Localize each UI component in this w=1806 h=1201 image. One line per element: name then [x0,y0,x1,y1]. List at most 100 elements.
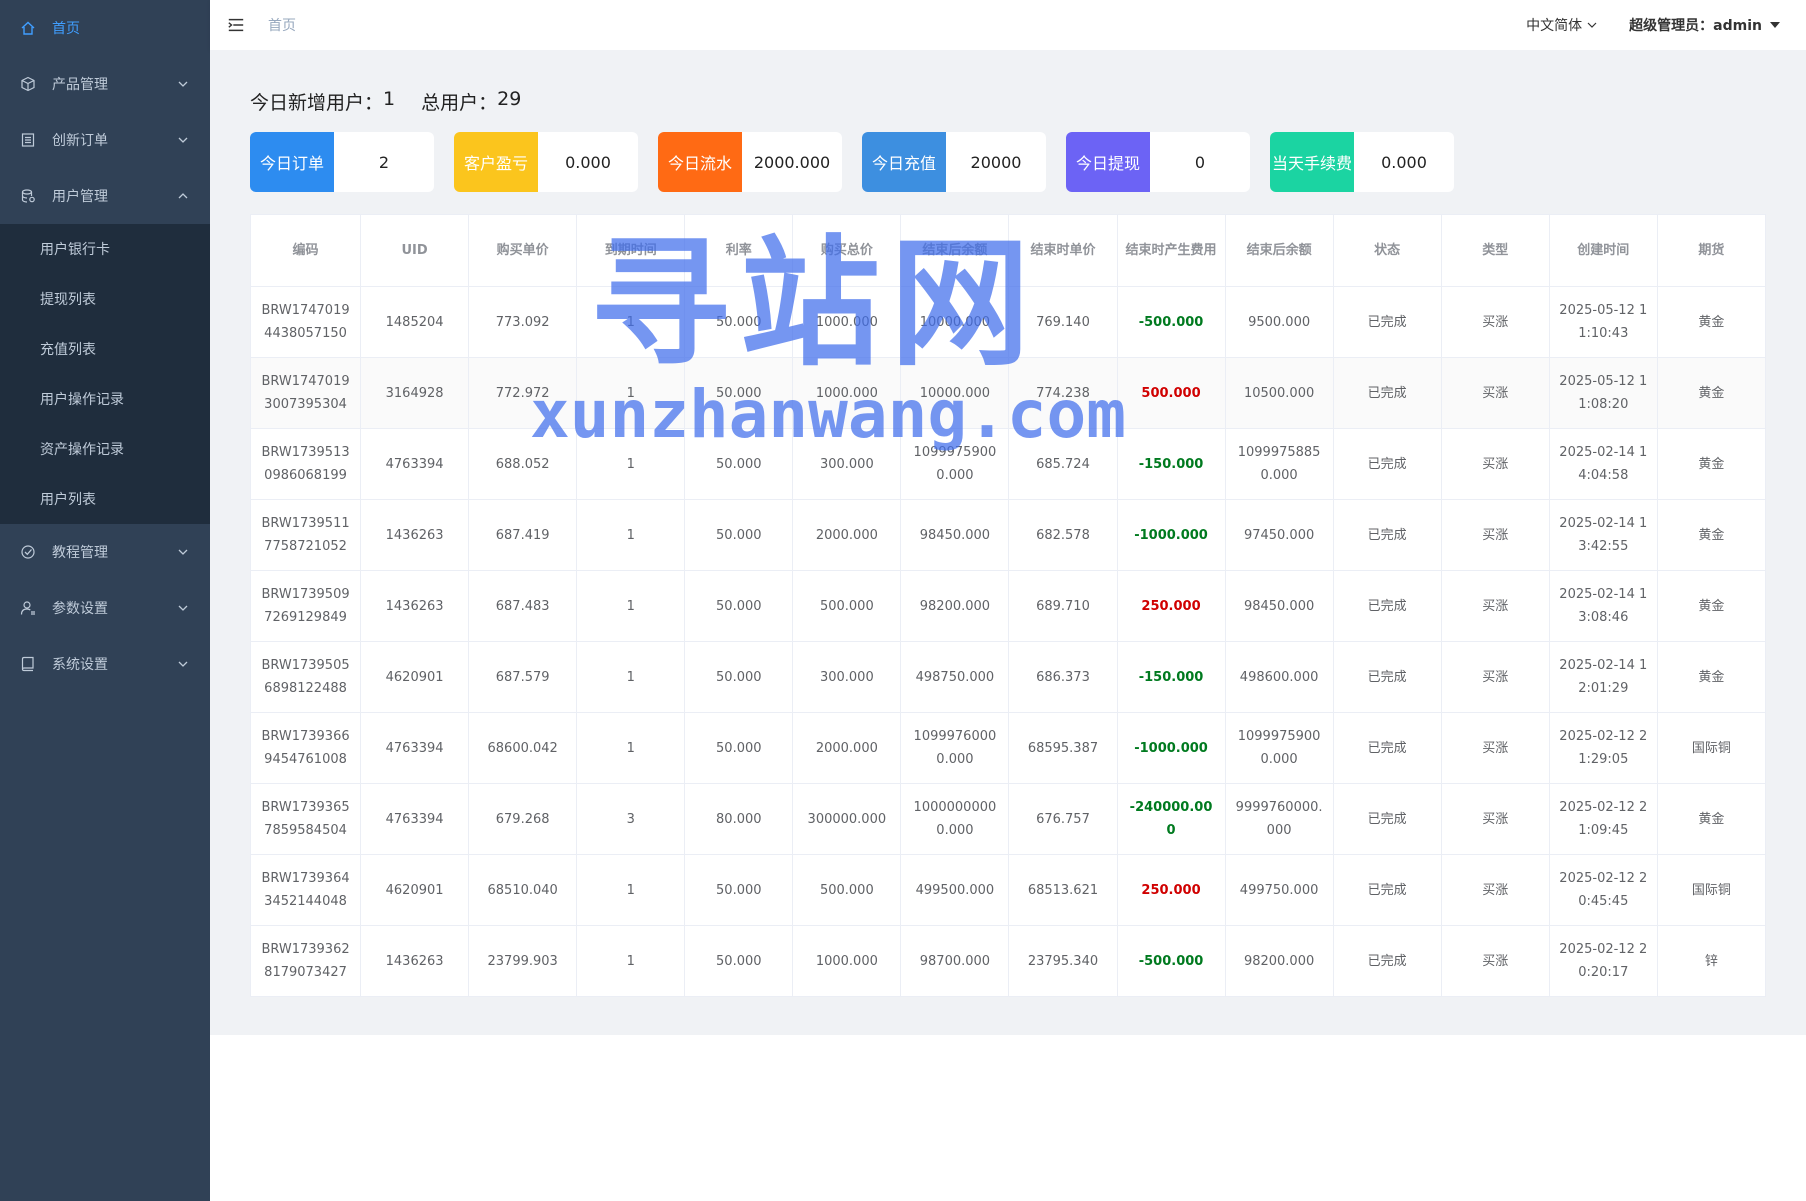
column-header: 结束后余额 [1224,214,1334,287]
table-cell: 黄金 [1656,499,1767,571]
stat-card: 当天手续费 0.000 [1270,132,1454,192]
table-cell: 1 [576,499,686,571]
total-users-value: 29 [497,88,522,110]
new-users-label: 今日新增用户： [250,92,384,114]
sidebar-item-tutorials[interactable]: 教程管理 [0,524,210,580]
column-header: 结束时单价 [1008,214,1118,287]
table-cell: 买涨 [1440,570,1550,642]
table-cell: 已完成 [1332,641,1442,713]
chevron-down-icon [1587,20,1597,30]
sidebar-item-users[interactable]: 用户管理 [0,168,210,224]
table-cell: 1000.000 [792,357,902,429]
table-cell: 4763394 [360,712,470,784]
language-select[interactable]: 中文简体 [1526,15,1597,35]
table-cell: 772.972 [468,357,578,429]
table-cell: 80.000 [684,783,794,855]
table-cell: 1000.000 [792,925,902,997]
table-cell: 买涨 [1440,925,1550,997]
user-summary: 今日新增用户： 1 总用户： 29 [250,88,521,115]
table-row[interactable]: BRW17395097269129849 1436263 687.483 1 50.00… [249,570,1767,642]
sidebar-item-user-list[interactable]: 用户列表 [0,474,210,524]
table-cell: 10999759000.000 [1224,712,1334,784]
stat-card: 今日充值 20000 [862,132,1046,192]
table-cell: 682.578 [1008,499,1118,571]
table-cell: 250.000 [1116,570,1226,642]
table-cell: 499750.000 [1224,854,1334,926]
table-cell: 689.710 [1008,570,1118,642]
hamburger-icon[interactable] [226,15,246,35]
chevron-down-icon [178,547,188,557]
column-header: 到期时间 [576,214,686,287]
sidebar-item-label: 资产操作记录 [40,442,124,458]
table-cell: 买涨 [1440,499,1550,571]
table-cell: 9999760000.000 [1224,783,1334,855]
sidebar-item-home[interactable]: 首页 [0,0,210,56]
table-cell: BRW17393643452144048 [249,854,362,926]
sidebar-item-system[interactable]: 系统设置 [0,636,210,692]
table-cell: 买涨 [1440,641,1550,713]
breadcrumb: 首页 [268,18,296,34]
table-cell: 685.724 [1008,428,1118,500]
table-row[interactable]: BRW17470193007395304 3164928 772.972 1 50.00… [249,357,1767,429]
table-row[interactable]: BRW17395117758721052 1436263 687.419 1 50.00… [249,499,1767,571]
stat-card: 今日订单 2 [250,132,434,192]
table-cell: -500.000 [1116,925,1226,997]
table-cell: 买涨 [1440,357,1550,429]
table-cell: 498600.000 [1224,641,1334,713]
column-header: 购买单价 [468,214,578,287]
user-menu[interactable]: 超级管理员：admin [1629,15,1780,35]
sidebar-item-label: 提现列表 [40,292,96,308]
table-cell: 买涨 [1440,854,1550,926]
table-row[interactable]: BRW17470194438057150 1485204 773.092 1 50.00… [249,286,1767,358]
table-row[interactable]: BRW17393657859584504 4763394 679.268 3 80.00… [249,783,1767,855]
table-row[interactable]: BRW17395130986068199 4763394 688.052 1 50.00… [249,428,1767,500]
table-cell: 1 [576,428,686,500]
table-cell: 买涨 [1440,286,1550,358]
settings-user-icon [20,600,36,616]
top-navbar: 首页 中文简体 超级管理员：admin [210,0,1806,50]
sidebar-item-products[interactable]: 产品管理 [0,56,210,112]
table-cell: 2025-02-14 12:01:29 [1548,641,1658,713]
table-cell: 679.268 [468,783,578,855]
table-header-row: 编码 UID 购买单价 到期时间 利率 购买总价 结束后余额 结束时单价 结束时产生费用 结束后余… [249,214,1767,287]
table-row[interactable]: BRW17393669454761008 4763394 68600.042 1 50.… [249,712,1767,784]
table-cell: 国际铜 [1656,712,1767,784]
table-row[interactable]: BRW17393643452144048 4620901 68510.040 1 50.… [249,854,1767,926]
table-cell: 500.000 [792,570,902,642]
table-cell: 10000000000.000 [900,783,1010,855]
table-cell: 50.000 [684,428,794,500]
table-cell: 68595.387 [1008,712,1118,784]
table-cell: 已完成 [1332,499,1442,571]
column-header: 状态 [1332,214,1442,287]
stat-cards: 今日订单 2 客户盈亏 0.000 今日流水 2000.000 今日充值 20000 今日提现 0… [250,132,1474,192]
table-cell: 50.000 [684,854,794,926]
table-cell: 500.000 [1116,357,1226,429]
stat-label: 今日流水 [658,132,742,192]
sidebar-item-user-operation-log[interactable]: 用户操作记录 [0,374,210,424]
table-cell: 1436263 [360,499,470,571]
table-cell: 98700.000 [900,925,1010,997]
sidebar-item-asset-operation-log[interactable]: 资产操作记录 [0,424,210,474]
stat-value: 2 [378,152,390,172]
sidebar-item-user-bank-cards[interactable]: 用户银行卡 [0,224,210,274]
table-cell: 买涨 [1440,712,1550,784]
chevron-up-icon [178,191,188,201]
table-cell: 774.238 [1008,357,1118,429]
table-cell: 773.092 [468,286,578,358]
table-row[interactable]: BRW17393628179073427 1436263 23799.903 1 50.… [249,925,1767,997]
sidebar-item-label: 产品管理 [52,77,108,93]
table-cell: 3 [576,783,686,855]
stat-card: 今日提现 0 [1066,132,1250,192]
table-cell: 50.000 [684,925,794,997]
sidebar-item-params[interactable]: 参数设置 [0,580,210,636]
table-cell: -500.000 [1116,286,1226,358]
table-cell: 769.140 [1008,286,1118,358]
sidebar-item-withdrawals[interactable]: 提现列表 [0,274,210,324]
sidebar-item-recharges[interactable]: 充值列表 [0,324,210,374]
sidebar-item-orders[interactable]: 创新订单 [0,112,210,168]
table-cell: 2025-02-12 21:09:45 [1548,783,1658,855]
table-cell: 国际铜 [1656,854,1767,926]
table-cell: 已完成 [1332,357,1442,429]
table-cell: 2025-02-14 14:04:58 [1548,428,1658,500]
table-row[interactable]: BRW17395056898122488 4620901 687.579 1 50.00… [249,641,1767,713]
